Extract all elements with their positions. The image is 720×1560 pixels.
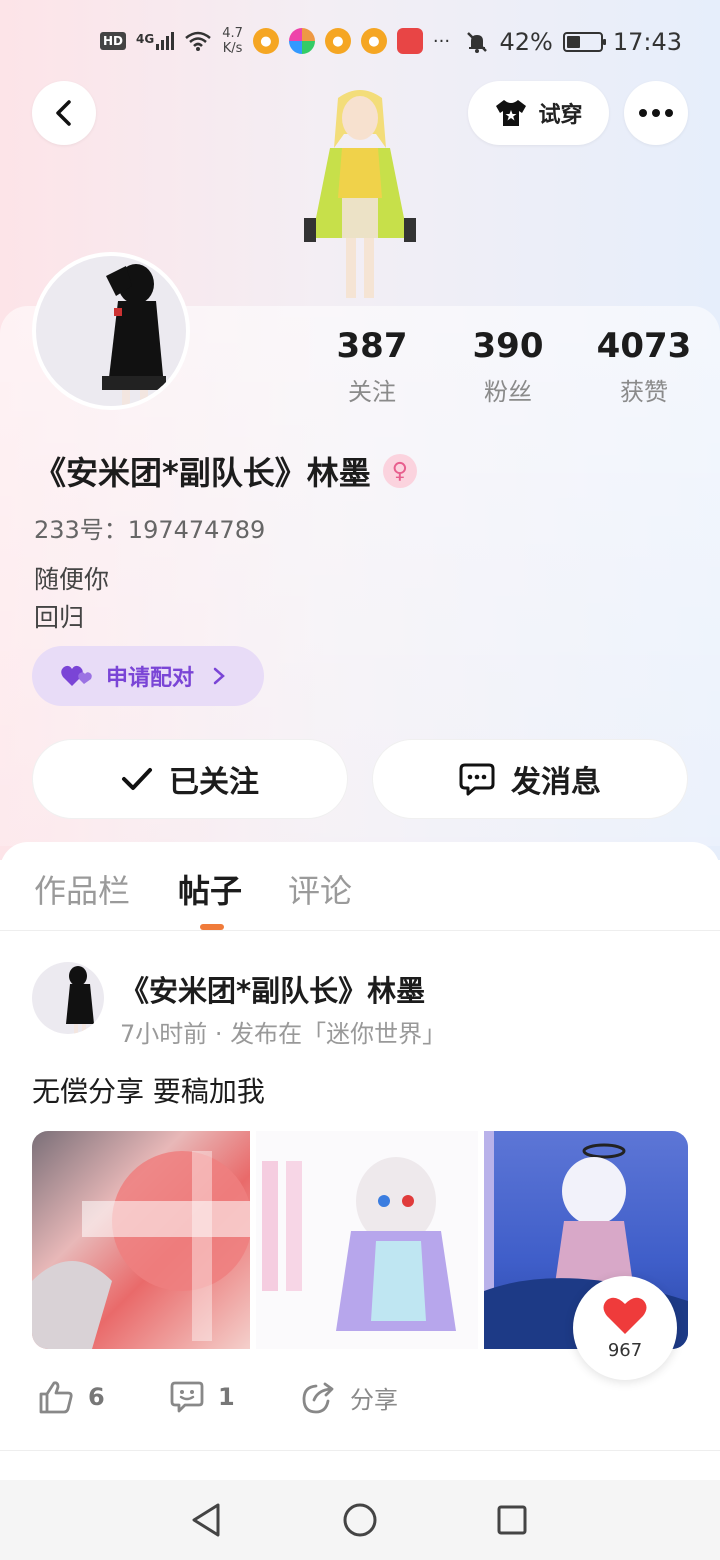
comment-count: 1 [218,1383,235,1411]
followed-button[interactable]: 已关注 [32,739,348,819]
like-count: 6 [88,1383,105,1411]
network-speed: 4.7 K/s [222,26,243,56]
tab-comments[interactable]: 评论 [288,866,352,912]
chat-bubble-icon [459,763,495,796]
stat-value: 390 [472,326,544,366]
network-type: 4G [136,32,155,46]
post-image[interactable] [256,1131,478,1349]
clock: 17:43 [612,28,682,56]
floating-like-count: 967 [607,1339,643,1361]
female-gender-icon: ♀ [382,454,417,488]
send-message-label: 发消息 [511,765,601,800]
signal-icon: 4G [136,32,175,50]
post-image[interactable] [32,1131,250,1349]
apply-pair-label: 申请配对 [106,666,195,691]
stat-label: 粉丝 [484,378,532,406]
post-actions: 6 1 分享 [0,1380,720,1430]
battery-fill [566,36,580,48]
status-bar: HD 4G 4.7 K/s ● ● ● ··· 42% 17:43 [0,0,720,84]
share-icon [302,1382,334,1413]
tab-posts[interactable]: 帖子 [178,866,242,912]
tab-divider [0,930,720,931]
avatar-3d-figure [304,90,416,298]
heart-icon [603,1297,647,1334]
bio-line: 随便你 [34,565,110,594]
share-button[interactable]: 分享 [300,1380,398,1415]
system-nav-bar [0,1480,720,1560]
stat-following[interactable]: 387 关注 [312,326,432,407]
battery-percent: 42% [499,28,553,56]
stat-likes[interactable]: 4073 获赞 [584,326,704,407]
try-on-label: 试穿 [538,103,583,128]
back-arrow-icon [56,100,71,126]
post-divider [0,1450,720,1451]
apply-pair-button[interactable]: 申请配对 [32,646,264,706]
wifi-icon [185,31,212,51]
hd-icon: HD [100,32,127,50]
stat-label: 获赞 [620,378,668,406]
status-right: 42% 17:43 [465,28,682,56]
post-meta: 7小时前 · 发布在「迷你世界」 [120,1020,447,1048]
mute-icon [467,32,488,53]
chevron-right-icon [213,667,225,685]
weibo-icon: ● [360,28,387,54]
battery-icon [562,32,606,52]
speed-unit: K/s [222,41,243,56]
square-recents-icon [497,1505,527,1535]
avatar-figure [102,264,166,406]
nav-home-button[interactable] [340,1500,380,1540]
avatar[interactable] [32,252,190,410]
stat-value: 387 [336,326,408,366]
post-author-name[interactable]: 《安米团*副队长》林墨 [120,968,425,1010]
double-heart-icon [61,665,92,686]
thumbs-up-icon [39,1381,73,1414]
check-icon [122,768,152,790]
comment-button[interactable]: 1 [170,1380,235,1414]
avatar-figure [66,966,94,1034]
more-options-button[interactable] [624,81,688,145]
app-icon [288,28,315,54]
share-label: 分享 [350,1386,398,1414]
more-notifications-icon: ··· [432,30,451,52]
floating-like-button[interactable]: 967 [573,1276,677,1380]
post-author-avatar[interactable] [32,962,104,1034]
tshirt-icon [496,100,527,126]
post-image-art [262,1157,456,1331]
speed-value: 4.7 [222,26,243,41]
like-button[interactable]: 6 [38,1380,105,1414]
back-button[interactable] [32,81,96,145]
nav-recents-button[interactable] [492,1500,532,1540]
shop-icon [396,28,423,54]
weibo-icon: ● [252,28,279,54]
weibo-icon: ● [324,28,351,54]
post-image-art [32,1151,250,1349]
followed-label: 已关注 [169,765,259,800]
comment-icon [170,1381,204,1413]
status-left: HD 4G 4.7 K/s ● ● ● ··· [100,26,450,56]
user-id: 233号：197474789 [34,516,266,544]
stat-label: 关注 [348,378,396,406]
more-dots-icon [639,109,673,117]
nav-back-button[interactable] [186,1500,226,1540]
stat-fans[interactable]: 390 粉丝 [448,326,568,407]
stat-value: 4073 [596,326,692,366]
circle-home-icon [343,1503,377,1537]
profile-stats: 387 关注 390 粉丝 4073 获赞 [320,326,720,416]
post-text: 无偿分享 要稿加我 [32,1075,265,1108]
profile-name: 《安米团*副队长》林墨 [34,454,371,492]
send-message-button[interactable]: 发消息 [372,739,688,819]
tab-works[interactable]: 作品栏 [34,866,130,912]
bio-line: 回归 [34,603,85,632]
try-on-button[interactable]: 试穿 [468,81,609,145]
profile-name-row: 《安米团*副队长》林墨 ♀ [34,448,417,494]
triangle-back-icon [192,1503,220,1537]
